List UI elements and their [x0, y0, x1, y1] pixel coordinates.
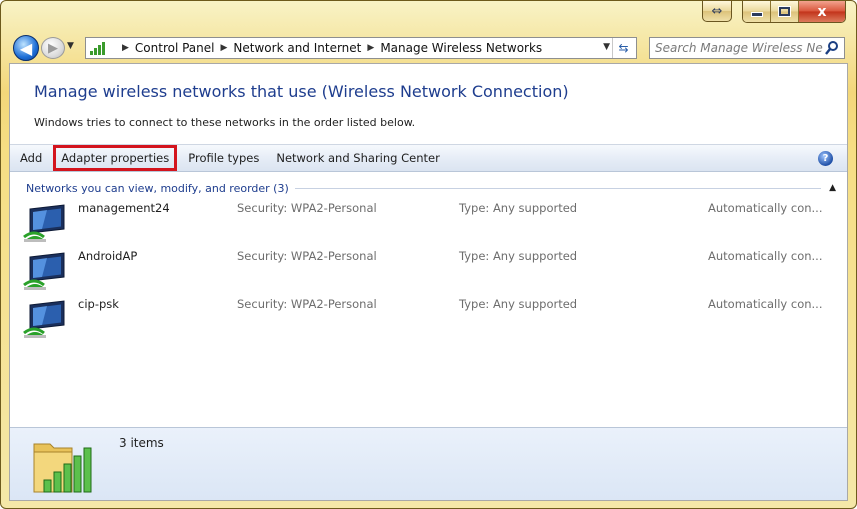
network-connection-mode: Automatically con...: [708, 201, 823, 215]
network-and-sharing-center-button[interactable]: Network and Sharing Center: [276, 151, 439, 165]
refresh-icon: ⇆: [618, 41, 629, 55]
item-count: 3 items: [119, 436, 164, 450]
wireless-monitor-icon: [23, 204, 65, 242]
page-description: Windows tries to connect to these networ…: [34, 116, 416, 129]
network-type: Type: Any supported: [459, 201, 578, 215]
forward-arrow-icon: ▶: [48, 40, 58, 56]
recent-pages-dropdown[interactable]: ▼: [67, 41, 74, 51]
wireless-folder-icon: [33, 443, 92, 493]
network-signal-icon: [90, 41, 110, 55]
address-dropdown-icon[interactable]: ▼: [603, 42, 610, 52]
network-type: Type: Any supported: [459, 297, 578, 311]
title-bar[interactable]: ⇔ x: [1, 1, 856, 33]
forward-button[interactable]: ▶: [41, 37, 65, 59]
search-box[interactable]: Search Manage Wireless Ne...: [649, 37, 845, 59]
content-pane: Manage wireless networks that use (Wirel…: [9, 63, 848, 501]
breadcrumb-separator-icon[interactable]: ▶: [367, 43, 374, 53]
network-name: AndroidAP: [78, 249, 138, 263]
breadcrumb-network-and-internet[interactable]: Network and Internet: [233, 41, 361, 55]
network-security: Security: WPA2-Personal: [237, 297, 377, 311]
add-button[interactable]: Add: [20, 151, 42, 165]
window-frame: ⇔ x ◀ ▶ ▼ ▶ Control Panel ▶ Network and …: [0, 0, 857, 509]
minimize-button[interactable]: [743, 1, 771, 22]
search-input[interactable]: Search Manage Wireless Ne...: [655, 41, 823, 55]
network-name: management24: [78, 201, 170, 215]
network-connection-mode: Automatically con...: [708, 297, 823, 311]
breadcrumb-manage-wireless-networks[interactable]: Manage Wireless Networks: [380, 41, 542, 55]
collapse-chevron-icon[interactable]: ▲: [829, 183, 836, 193]
refresh-button[interactable]: ⇆: [612, 38, 634, 58]
breadcrumb-separator-icon[interactable]: ▶: [221, 43, 228, 53]
group-divider: [294, 187, 822, 189]
network-security: Security: WPA2-Personal: [237, 201, 377, 215]
window-controls: x: [742, 1, 846, 23]
network-security: Security: WPA2-Personal: [237, 249, 377, 263]
page-title: Manage wireless networks that use (Wirel…: [34, 82, 569, 101]
minimize-icon: [751, 13, 762, 16]
network-connection-mode: Automatically con...: [708, 249, 823, 263]
maximize-button[interactable]: [771, 1, 799, 22]
navigation-row: ◀ ▶ ▼ ▶ Control Panel ▶ Network and Inte…: [1, 33, 856, 61]
adapter-properties-button[interactable]: Adapter properties: [53, 145, 178, 171]
wireless-monitor-icon: [23, 252, 65, 290]
network-name: cip-psk: [78, 297, 119, 311]
list-item[interactable]: management24 Security: WPA2-Personal Typ…: [20, 201, 830, 247]
group-header-label: Networks you can view, modify, and reord…: [26, 181, 289, 195]
command-bar: Add Adapter properties Profile types Net…: [10, 144, 847, 172]
wireless-monitor-icon: [23, 300, 65, 338]
details-pane: 3 items: [10, 427, 847, 500]
close-button[interactable]: x: [799, 1, 845, 22]
breadcrumb-separator-icon[interactable]: ▶: [122, 43, 129, 53]
switch-window-button[interactable]: ⇔: [702, 1, 732, 22]
list-item[interactable]: cip-psk Security: WPA2-Personal Type: An…: [20, 297, 830, 343]
back-button[interactable]: ◀: [13, 35, 39, 61]
group-header[interactable]: Networks you can view, modify, and reord…: [26, 181, 836, 195]
search-icon[interactable]: [824, 40, 840, 56]
maximize-icon: [779, 7, 790, 16]
breadcrumb-control-panel[interactable]: Control Panel: [135, 41, 215, 55]
address-bar[interactable]: ▶ Control Panel ▶ Network and Internet ▶…: [85, 37, 637, 59]
list-item[interactable]: AndroidAP Security: WPA2-Personal Type: …: [20, 249, 830, 295]
profile-types-button[interactable]: Profile types: [188, 151, 259, 165]
network-type: Type: Any supported: [459, 249, 578, 263]
back-arrow-icon: ◀: [19, 38, 33, 58]
help-icon[interactable]: ?: [818, 151, 833, 166]
